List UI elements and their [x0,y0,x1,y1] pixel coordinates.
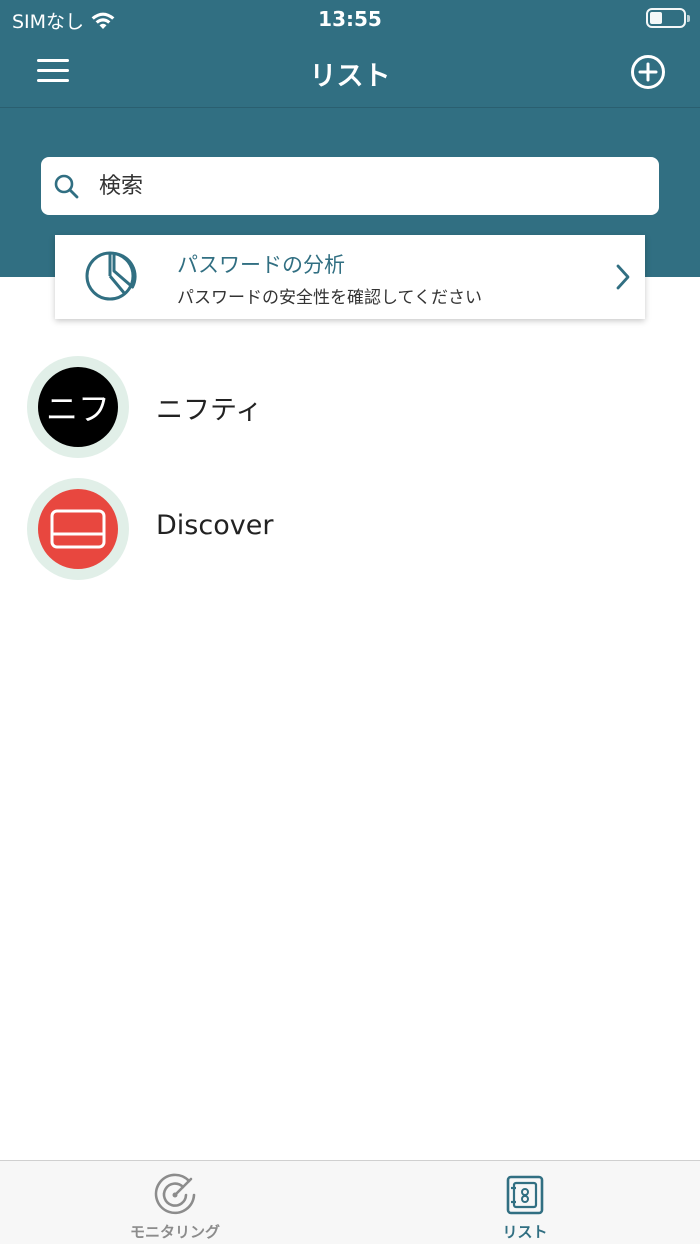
status-bar: SIMなし 13:55 [0,0,700,36]
tab-bar: モニタリング リスト [0,1160,700,1244]
search-bar[interactable] [41,157,659,215]
list-item-discover[interactable]: Discover [0,472,700,582]
chevron-right-icon [616,264,630,290]
battery-icon [646,8,690,28]
nav-bar: リスト [0,36,700,108]
vault-icon [506,1175,544,1215]
page-title: リスト [309,61,391,92]
search-input[interactable] [99,167,639,205]
avatar: ニフ [27,356,129,458]
list-item-label: Discover [156,510,274,541]
list-item-label: ニフティ [156,395,263,426]
tab-label: モニタリング [129,1223,220,1241]
analysis-title: パスワードの分析 [177,253,345,277]
tab-label: リスト [502,1223,548,1241]
plus-circle-icon [631,55,665,89]
pie-chart-icon [85,251,137,301]
list-item-nifty[interactable]: ニフ ニフティ [0,350,700,460]
password-analysis-card[interactable]: パスワードの分析 パスワードの安全性を確認してください [55,235,645,319]
search-icon [54,174,79,199]
avatar-initials: ニフ [38,367,118,447]
clock: 13:55 [318,7,382,31]
tab-monitoring[interactable]: モニタリング [75,1161,275,1244]
avatar [27,478,129,580]
analysis-subtitle: パスワードの安全性を確認してください [177,288,482,308]
credit-card-icon [50,509,106,549]
tab-list[interactable]: リスト [425,1161,625,1244]
add-button[interactable] [630,54,666,90]
radar-icon [154,1173,196,1215]
